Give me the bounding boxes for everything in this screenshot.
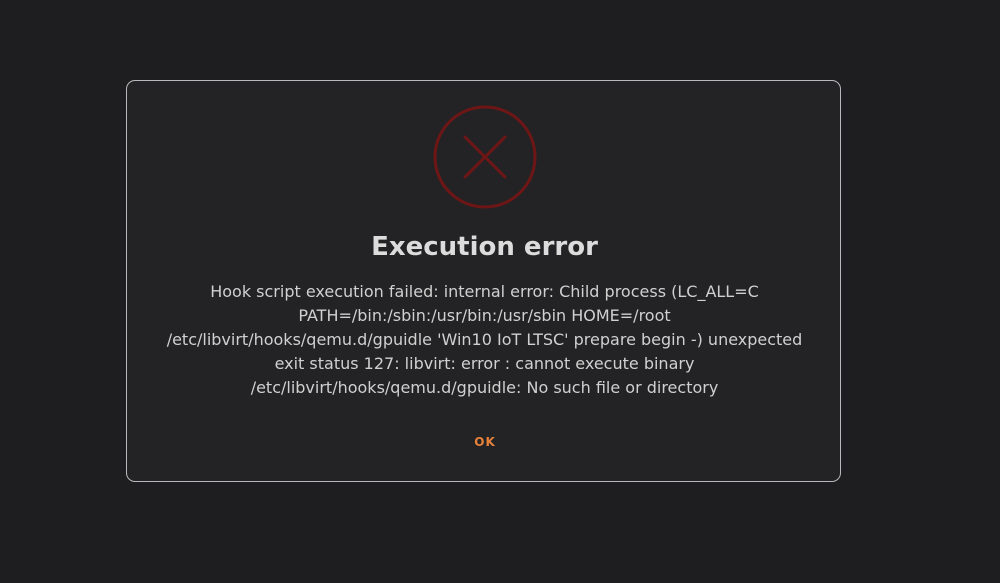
- message-line: /etc/libvirt/hooks/qemu.d/gpuidle 'Win10…: [166, 330, 803, 349]
- message-line: Hook script execution failed: internal e…: [210, 282, 759, 301]
- message-line: exit status 127: libvirt: error : cannot…: [274, 354, 695, 373]
- message-line: /etc/libvirt/hooks/qemu.d/gpuidle: No su…: [250, 378, 719, 397]
- ok-button[interactable]: OK: [451, 427, 519, 457]
- error-message: Hook script execution failed: internal e…: [147, 280, 822, 400]
- error-icon: [433, 105, 537, 209]
- message-line: PATH=/bin:/sbin:/usr/bin:/usr/sbin HOME=…: [298, 306, 671, 325]
- dialog-title: Execution error: [371, 232, 598, 262]
- error-dialog: Execution error Hook script execution fa…: [126, 80, 841, 482]
